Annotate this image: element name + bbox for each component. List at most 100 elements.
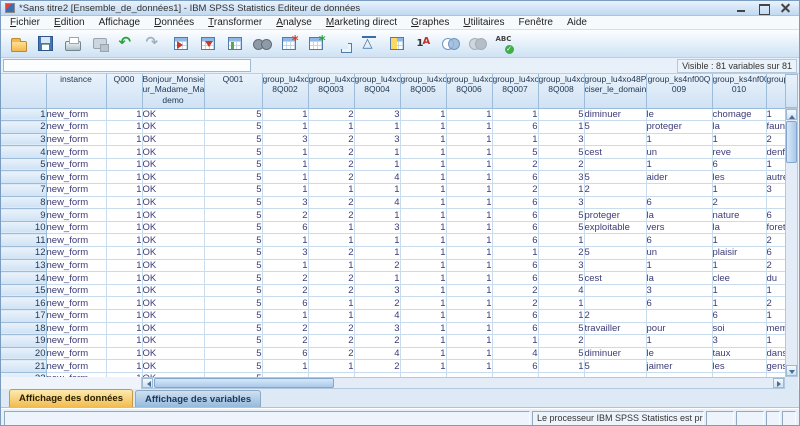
cell[interactable]: 1 bbox=[538, 234, 584, 247]
cell[interactable]: 1 bbox=[446, 322, 492, 335]
cell[interactable]: 5 bbox=[492, 146, 538, 159]
cell[interactable]: 2 bbox=[262, 322, 308, 335]
cell[interactable]: new_form bbox=[46, 272, 106, 285]
cell[interactable]: 1 bbox=[712, 297, 766, 310]
column-header-group-lu4xo48q004[interactable]: group_lu4xo48Q004 bbox=[354, 74, 400, 108]
cell[interactable]: OK bbox=[142, 247, 204, 260]
cell[interactable]: 1 bbox=[446, 196, 492, 209]
cell[interactable]: les bbox=[712, 171, 766, 184]
cell[interactable]: 1 bbox=[712, 184, 766, 197]
cell[interactable]: 2 bbox=[262, 272, 308, 285]
cell[interactable]: 3 bbox=[538, 259, 584, 272]
cell[interactable]: new_form bbox=[46, 146, 106, 159]
cell[interactable]: OK bbox=[142, 322, 204, 335]
cell[interactable]: travailler bbox=[584, 322, 646, 335]
cell[interactable]: 3 bbox=[262, 196, 308, 209]
spell-check-button[interactable] bbox=[491, 31, 518, 57]
cell[interactable]: 6 bbox=[492, 196, 538, 209]
cell[interactable]: 1 bbox=[106, 209, 142, 222]
cell[interactable]: 3 bbox=[262, 247, 308, 260]
cell[interactable]: 1 bbox=[446, 184, 492, 197]
menu-analyse[interactable]: Analyse bbox=[269, 16, 319, 30]
menu-fichier[interactable]: Fichier bbox=[3, 16, 47, 30]
tab-affichage-des-variables[interactable]: Affichage des variables bbox=[135, 390, 261, 407]
cell[interactable]: 1 bbox=[106, 259, 142, 272]
scroll-down-button[interactable] bbox=[786, 365, 797, 376]
cell[interactable]: 6 bbox=[492, 209, 538, 222]
cell[interactable]: 1 bbox=[106, 322, 142, 335]
cell[interactable]: 5 bbox=[584, 121, 646, 134]
row-number[interactable]: 20 bbox=[1, 347, 46, 360]
cell[interactable]: 5 bbox=[584, 247, 646, 260]
cell[interactable]: un bbox=[646, 146, 712, 159]
row-number[interactable]: 4 bbox=[1, 146, 46, 159]
cell[interactable]: 1 bbox=[106, 284, 142, 297]
cell[interactable]: 6 bbox=[646, 297, 712, 310]
cell[interactable]: 6 bbox=[492, 322, 538, 335]
cell[interactable]: gens bbox=[766, 360, 786, 373]
cell[interactable]: 1 bbox=[262, 171, 308, 184]
cell[interactable]: 3 bbox=[766, 184, 786, 197]
scroll-right-button[interactable] bbox=[773, 378, 784, 388]
cell[interactable]: new_form bbox=[46, 347, 106, 360]
cell[interactable]: soi bbox=[712, 322, 766, 335]
cell[interactable]: diminuer bbox=[584, 347, 646, 360]
cell[interactable]: 1 bbox=[354, 146, 400, 159]
cell[interactable]: 1 bbox=[106, 108, 142, 121]
cell[interactable]: 1 bbox=[538, 360, 584, 373]
cell[interactable]: 5 bbox=[584, 360, 646, 373]
cell[interactable]: 1 bbox=[262, 184, 308, 197]
cell[interactable]: 1 bbox=[354, 158, 400, 171]
cell[interactable]: 2 bbox=[538, 247, 584, 260]
cell[interactable]: 1 bbox=[712, 234, 766, 247]
cell[interactable]: 1 bbox=[106, 372, 142, 377]
cell[interactable]: 1 bbox=[106, 221, 142, 234]
tab-affichage-des-donn-es[interactable]: Affichage des données bbox=[9, 389, 133, 407]
cell[interactable]: proteger bbox=[646, 121, 712, 134]
cell[interactable]: 1 bbox=[400, 171, 446, 184]
cell[interactable]: 5 bbox=[204, 184, 262, 197]
print-button[interactable] bbox=[59, 31, 86, 57]
cell[interactable]: 1 bbox=[446, 146, 492, 159]
cell[interactable] bbox=[584, 133, 646, 146]
column-header-group-ks4nf00q009[interactable]: group_ks4nf00Q009 bbox=[646, 74, 712, 108]
cell[interactable]: 1 bbox=[492, 247, 538, 260]
cell[interactable]: 6 bbox=[492, 360, 538, 373]
column-header-group-lu4xo48q005[interactable]: group_lu4xo48Q005 bbox=[400, 74, 446, 108]
cell[interactable]: 2 bbox=[308, 209, 354, 222]
cell[interactable]: 1 bbox=[308, 121, 354, 134]
cell[interactable]: 1 bbox=[106, 234, 142, 247]
cell[interactable]: 1 bbox=[400, 335, 446, 348]
cell[interactable]: 1 bbox=[446, 310, 492, 323]
cell[interactable]: 5 bbox=[204, 234, 262, 247]
save-button[interactable] bbox=[32, 31, 59, 57]
cell[interactable]: 5 bbox=[538, 108, 584, 121]
column-header-group-lu4xo48q008[interactable]: group_lu4xo48Q008 bbox=[538, 74, 584, 108]
cell[interactable]: 1 bbox=[446, 360, 492, 373]
cell[interactable]: 5 bbox=[204, 284, 262, 297]
cell[interactable]: new_form bbox=[46, 171, 106, 184]
cell[interactable]: 1 bbox=[400, 221, 446, 234]
cell[interactable]: proteger bbox=[584, 209, 646, 222]
cell[interactable]: 2 bbox=[308, 247, 354, 260]
cell[interactable]: 1 bbox=[400, 196, 446, 209]
cell[interactable]: 2 bbox=[308, 133, 354, 146]
cell[interactable]: 3 bbox=[262, 133, 308, 146]
cell[interactable]: 4 bbox=[492, 347, 538, 360]
cell[interactable]: 5 bbox=[204, 247, 262, 260]
row-number[interactable]: 1 bbox=[1, 108, 46, 121]
row-number[interactable]: 6 bbox=[1, 171, 46, 184]
cell[interactable]: 5 bbox=[204, 335, 262, 348]
variables-button[interactable] bbox=[221, 31, 248, 57]
cell[interactable]: 2 bbox=[584, 184, 646, 197]
cell[interactable]: 6 bbox=[646, 234, 712, 247]
undo-button[interactable] bbox=[113, 31, 140, 57]
select-cases-button[interactable] bbox=[437, 31, 464, 57]
cell[interactable]: la bbox=[712, 221, 766, 234]
cell[interactable]: 4 bbox=[354, 171, 400, 184]
cell[interactable]: OK bbox=[142, 133, 204, 146]
recall-dialogs-button[interactable] bbox=[86, 31, 113, 57]
cell[interactable]: 3 bbox=[712, 335, 766, 348]
cell[interactable]: 1 bbox=[106, 272, 142, 285]
cell[interactable]: 5 bbox=[538, 146, 584, 159]
